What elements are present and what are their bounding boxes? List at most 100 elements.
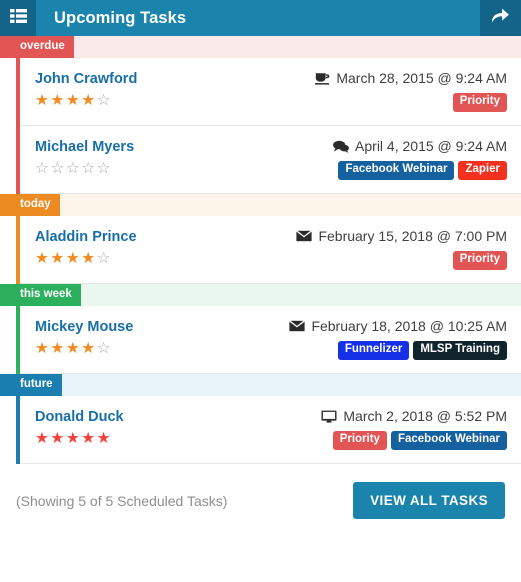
star-filled-icon[interactable]: ★	[81, 250, 96, 267]
task-row-left: Donald Duck ★★★★★	[35, 406, 321, 447]
task-contact-link[interactable]: John Crawford	[35, 70, 315, 88]
task-sections: overdue John Crawford ★★★★☆ March 28, 2015 …	[0, 36, 521, 464]
task-row-right: March 2, 2018 @ 5:52 PM Priority Facebook …	[321, 406, 507, 450]
task-row[interactable]: John Crawford ★★★★☆ March 28, 2015 @ 9:24 …	[20, 58, 521, 126]
task-due-date: February 15, 2018 @ 7:00 PM	[318, 228, 507, 244]
task-tag-list: Funnelizer MLSP Training	[289, 341, 507, 360]
star-empty-icon[interactable]: ☆	[97, 160, 112, 177]
task-tag-badge[interactable]: Zapier	[458, 161, 507, 180]
section-label-bar: future	[0, 374, 521, 396]
task-row[interactable]: Michael Myers ☆☆☆☆☆ April 4, 2015 @ 9:24 A…	[20, 126, 521, 194]
task-row-right: February 15, 2018 @ 7:00 PM Priority	[296, 226, 507, 270]
task-tag-badge[interactable]: Priority	[452, 93, 507, 112]
task-star-rating[interactable]: ☆☆☆☆☆	[35, 161, 333, 177]
task-row[interactable]: Donald Duck ★★★★★ March 2, 2018 @ 5:52 PM P…	[20, 396, 521, 464]
star-filled-icon[interactable]: ★	[50, 92, 65, 109]
section-label: today	[0, 194, 60, 216]
star-empty-icon[interactable]: ☆	[66, 160, 81, 177]
section-label: overdue	[0, 36, 74, 58]
star-empty-icon[interactable]: ☆	[50, 160, 65, 177]
task-star-rating[interactable]: ★★★★☆	[35, 251, 296, 267]
task-section-overdue: overdue John Crawford ★★★★☆ March 28, 2015 …	[0, 36, 521, 194]
star-filled-icon[interactable]: ★	[97, 430, 112, 447]
view-all-tasks-button[interactable]: VIEW ALL TASKS	[353, 482, 505, 519]
task-tag-badge[interactable]: Facebook Webinar	[338, 161, 455, 180]
task-due-date: April 4, 2015 @ 9:24 AM	[355, 138, 507, 154]
task-due-date: March 2, 2018 @ 5:52 PM	[343, 408, 507, 424]
task-row[interactable]: Aladdin Prince ★★★★☆ February 15, 2018 @ 7…	[20, 216, 521, 284]
task-contact-link[interactable]: Aladdin Prince	[35, 228, 296, 246]
section-rows: Mickey Mouse ★★★★☆ February 18, 2018 @ 10:…	[16, 306, 521, 374]
section-rows: John Crawford ★★★★☆ March 28, 2015 @ 9:24 …	[16, 58, 521, 194]
star-empty-icon[interactable]: ☆	[35, 160, 50, 177]
section-rows: Aladdin Prince ★★★★☆ February 15, 2018 @ 7…	[16, 216, 521, 284]
task-row-right: March 28, 2015 @ 9:24 AM Priority	[315, 68, 507, 112]
share-arrow-icon-button[interactable]	[480, 0, 521, 36]
task-section-today: today Aladdin Prince ★★★★☆ February 15, 201…	[0, 194, 521, 284]
page-title: Upcoming Tasks	[54, 8, 187, 27]
envelope-icon	[289, 320, 306, 332]
task-tag-list: Facebook Webinar Zapier	[333, 161, 507, 180]
star-filled-icon[interactable]: ★	[66, 430, 81, 447]
task-tag-badge[interactable]: MLSP Training	[413, 341, 507, 360]
task-row[interactable]: Mickey Mouse ★★★★☆ February 18, 2018 @ 10:…	[20, 306, 521, 374]
task-row-left: John Crawford ★★★★☆	[35, 68, 315, 109]
task-date-row: March 2, 2018 @ 5:52 PM	[321, 407, 507, 425]
task-contact-link[interactable]: Donald Duck	[35, 408, 321, 426]
star-filled-icon[interactable]: ★	[66, 340, 81, 357]
task-star-rating[interactable]: ★★★★☆	[35, 341, 289, 357]
task-tag-badge[interactable]: Priority	[332, 431, 387, 450]
star-filled-icon[interactable]: ★	[35, 340, 50, 357]
section-label-fill	[74, 36, 521, 58]
widget-footer: (Showing 5 of 5 Scheduled Tasks) VIEW AL…	[0, 464, 521, 535]
star-empty-icon[interactable]: ☆	[97, 340, 112, 357]
star-filled-icon[interactable]: ★	[81, 92, 96, 109]
task-row-left: Michael Myers ☆☆☆☆☆	[35, 136, 333, 177]
task-count-note: (Showing 5 of 5 Scheduled Tasks)	[16, 492, 228, 509]
task-star-rating[interactable]: ★★★★☆	[35, 93, 315, 109]
task-row-left: Mickey Mouse ★★★★☆	[35, 316, 289, 357]
star-filled-icon[interactable]: ★	[66, 250, 81, 267]
star-empty-icon[interactable]: ☆	[97, 250, 112, 267]
section-label-fill	[60, 194, 521, 216]
star-filled-icon[interactable]: ★	[35, 430, 50, 447]
envelope-icon	[296, 230, 313, 242]
task-section-future: future Donald Duck ★★★★★ March 2, 2018 @ 5:…	[0, 374, 521, 464]
upcoming-tasks-widget: Upcoming Tasks overdue John Crawford ★★★★☆…	[0, 0, 521, 582]
section-label: this week	[0, 284, 81, 306]
th-list-icon-button[interactable]	[0, 0, 36, 36]
star-empty-icon[interactable]: ☆	[97, 92, 112, 109]
section-label-fill	[81, 284, 521, 306]
star-empty-icon[interactable]: ☆	[81, 160, 96, 177]
star-filled-icon[interactable]: ★	[35, 92, 50, 109]
task-contact-link[interactable]: Michael Myers	[35, 138, 333, 156]
widget-header: Upcoming Tasks	[0, 0, 521, 36]
task-row-left: Aladdin Prince ★★★★☆	[35, 226, 296, 267]
star-filled-icon[interactable]: ★	[50, 250, 65, 267]
task-tag-badge[interactable]: Facebook Webinar	[390, 431, 507, 450]
task-row-right: April 4, 2015 @ 9:24 AM Facebook Webinar Z…	[333, 136, 507, 180]
comments-icon	[333, 140, 349, 153]
star-filled-icon[interactable]: ★	[50, 430, 65, 447]
star-filled-icon[interactable]: ★	[66, 92, 81, 109]
widget-title-area: Upcoming Tasks	[36, 0, 480, 36]
task-date-row: March 28, 2015 @ 9:24 AM	[315, 69, 507, 87]
task-tag-badge[interactable]: Priority	[452, 251, 507, 270]
share-arrow-icon	[491, 7, 510, 29]
task-due-date: March 28, 2015 @ 9:24 AM	[336, 70, 507, 86]
star-filled-icon[interactable]: ★	[81, 340, 96, 357]
task-tag-badge[interactable]: Funnelizer	[337, 341, 410, 360]
star-filled-icon[interactable]: ★	[50, 340, 65, 357]
section-rows: Donald Duck ★★★★★ March 2, 2018 @ 5:52 PM P…	[16, 396, 521, 464]
star-filled-icon[interactable]: ★	[81, 430, 96, 447]
task-tag-list: Priority	[296, 251, 507, 270]
task-row-right: February 18, 2018 @ 10:25 AM Funnelizer ML…	[289, 316, 507, 360]
task-star-rating[interactable]: ★★★★★	[35, 431, 321, 447]
star-filled-icon[interactable]: ★	[35, 250, 50, 267]
section-label-bar: overdue	[0, 36, 521, 58]
coffee-icon	[315, 72, 330, 85]
task-contact-link[interactable]: Mickey Mouse	[35, 318, 289, 336]
task-section-this-week: this week Mickey Mouse ★★★★☆ February 18, 2…	[0, 284, 521, 374]
section-label: future	[0, 374, 62, 396]
desktop-icon	[321, 410, 337, 423]
